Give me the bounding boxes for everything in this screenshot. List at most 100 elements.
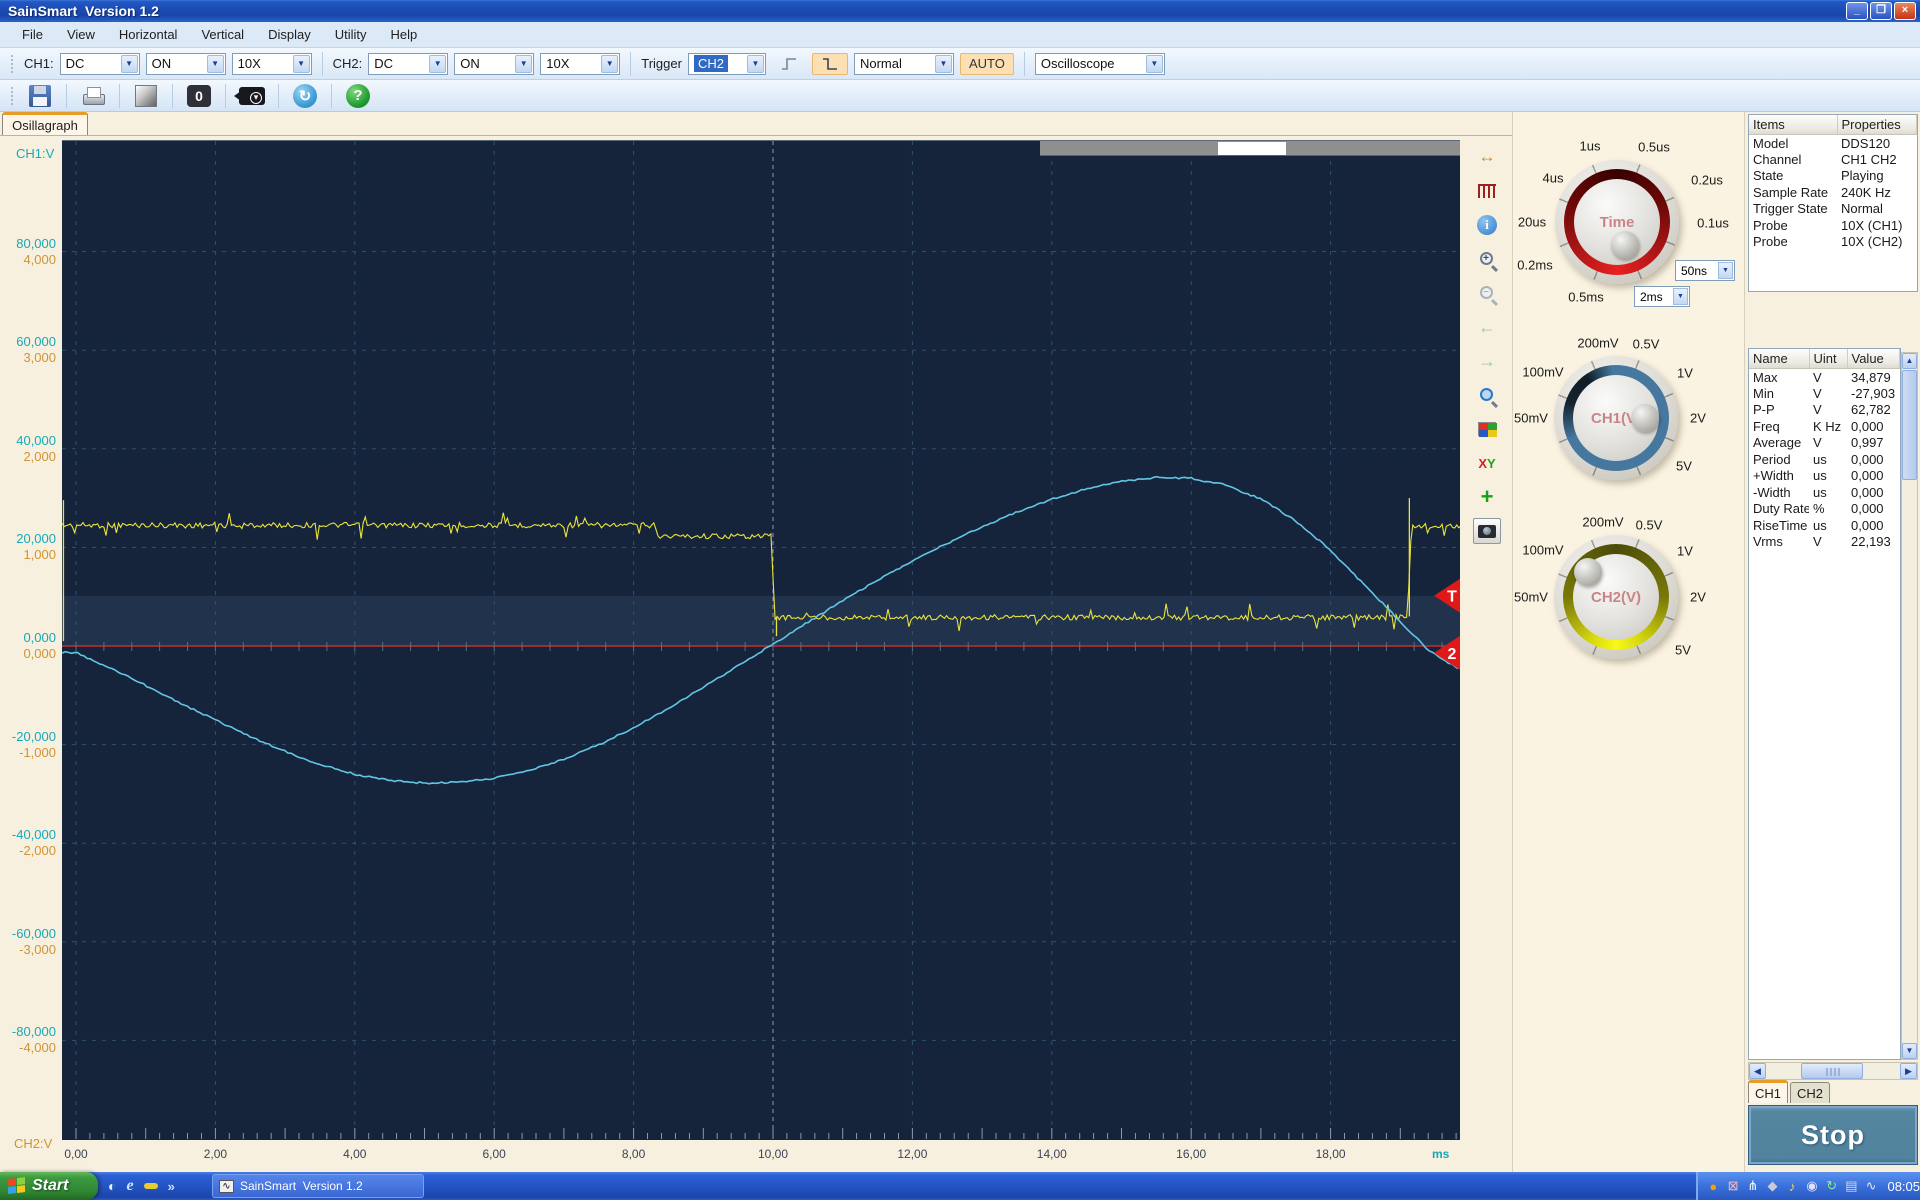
menu-help[interactable]: Help	[378, 23, 429, 46]
scroll-right-icon[interactable]: ▶	[1900, 1063, 1917, 1079]
update-icon[interactable]: ●	[1706, 1179, 1721, 1194]
signal-icon[interactable]: ⋔	[1745, 1178, 1760, 1194]
horizontal-expand-button[interactable]: ↔	[1473, 144, 1501, 170]
trigger-slope-rising-button[interactable]	[772, 53, 806, 75]
chevron-down-icon[interactable]: ▼	[601, 54, 619, 73]
zoom-out-button[interactable]: −	[1473, 280, 1501, 306]
chevron-down-icon[interactable]: ▼	[120, 54, 138, 73]
background-button[interactable]	[132, 83, 160, 109]
table-row[interactable]: Max V 34,879	[1749, 369, 1900, 386]
ch1-coupling-select[interactable]: DC ▼	[59, 52, 140, 75]
chevron-down-icon[interactable]: ▼	[746, 54, 764, 73]
stop-button[interactable]: Stop	[1748, 1105, 1918, 1165]
time-knob-indicator[interactable]	[1611, 231, 1639, 259]
plot-canvas[interactable]: T2	[62, 141, 1460, 1141]
col-header-value[interactable]: Value	[1847, 349, 1900, 369]
table-row[interactable]: Channel CH1 CH2	[1749, 151, 1917, 168]
restore-button[interactable]: ❐	[1870, 2, 1892, 20]
col-header-properties[interactable]: Properties	[1837, 115, 1917, 135]
table-row[interactable]: Probe 10X (CH2)	[1749, 234, 1917, 251]
chevron-down-icon[interactable]: ▼	[1718, 262, 1733, 279]
chevron-more-icon[interactable]: »	[168, 1179, 175, 1194]
panel-hscrollbar[interactable]: ◀ ▶	[1748, 1062, 1918, 1080]
clock[interactable]: 08:05	[1887, 1179, 1920, 1194]
network-offline-icon[interactable]: ⊠	[1726, 1178, 1741, 1194]
ch2-knob-indicator[interactable]	[1574, 558, 1602, 586]
diamond-icon[interactable]: ◆	[1765, 1178, 1780, 1194]
record-button[interactable]	[234, 83, 266, 109]
table-row[interactable]: Vrms V 22,193	[1749, 534, 1900, 551]
waveform-plot[interactable]: T2	[62, 140, 1460, 1141]
key-icon[interactable]	[143, 1183, 158, 1189]
ch2-state-select[interactable]: ON ▼	[454, 52, 535, 75]
plot-scrollbar[interactable]	[1040, 141, 1460, 156]
table-row[interactable]: -Width us 0,000	[1749, 484, 1900, 501]
comb-display-button[interactable]	[1473, 178, 1501, 204]
table-row[interactable]: Probe 10X (CH1)	[1749, 217, 1917, 234]
measurements-scrollbar[interactable]: ▲ ▼	[1901, 352, 1918, 1060]
col-header-name[interactable]: Name	[1749, 349, 1810, 369]
scrollbar-thumb[interactable]	[1801, 1063, 1863, 1079]
plot-scrollbar-thumb[interactable]	[1218, 142, 1286, 155]
table-row[interactable]: Freq K Hz 0,000	[1749, 418, 1900, 435]
tab-ch1[interactable]: CH1	[1748, 1080, 1788, 1103]
menu-view[interactable]: View	[55, 23, 107, 46]
auto-button[interactable]: AUTO	[959, 52, 1014, 75]
menu-vertical[interactable]: Vertical	[189, 23, 256, 46]
table-row[interactable]: Sample Rate 240K Hz	[1749, 184, 1917, 201]
start-button[interactable]: Start	[0, 1172, 98, 1200]
info-button[interactable]: i	[1473, 212, 1501, 238]
menu-display[interactable]: Display	[256, 23, 323, 46]
internet-explorer-icon[interactable]: e	[126, 1177, 133, 1195]
col-header-uint[interactable]: Uint	[1809, 349, 1848, 369]
sync-icon[interactable]: ↻	[1824, 1178, 1839, 1194]
tab-ch2[interactable]: CH2	[1790, 1082, 1830, 1103]
table-row[interactable]: Period us 0,000	[1749, 451, 1900, 468]
table-row[interactable]: +Width us 0,000	[1749, 468, 1900, 485]
xy-mode-button[interactable]: XY	[1473, 450, 1501, 476]
menu-utility[interactable]: Utility	[323, 23, 379, 46]
minimize-button[interactable]: _	[1846, 2, 1868, 20]
scrollbar-thumb[interactable]	[1902, 370, 1917, 480]
counter-button[interactable]: 0	[185, 83, 213, 109]
table-row[interactable]: P-P V 62,782	[1749, 402, 1900, 419]
print-button[interactable]	[79, 83, 107, 109]
close-button[interactable]: ×	[1894, 2, 1916, 20]
volume-icon[interactable]: ♪	[1785, 1179, 1800, 1194]
trigger-source-select[interactable]: CH2 ▼	[687, 52, 766, 75]
quick-launch-app-icon[interactable]: ◐	[108, 1178, 116, 1194]
taskbar-task-sainsmart[interactable]: ∿ SainSmart Version 1.2	[212, 1174, 424, 1198]
table-row[interactable]: State Playing	[1749, 168, 1917, 185]
mouse-icon[interactable]: ∿	[1864, 1178, 1879, 1194]
scroll-down-icon[interactable]: ▼	[1902, 1043, 1917, 1059]
table-row[interactable]: Duty Rate% 0,000	[1749, 501, 1900, 518]
zoom-in-button[interactable]: +	[1473, 246, 1501, 272]
ch2-probe-select[interactable]: 10X ▼	[540, 52, 621, 75]
table-row[interactable]: Min V -27,903	[1749, 385, 1900, 402]
menu-horizontal[interactable]: Horizontal	[107, 23, 190, 46]
refresh-button[interactable]: ↻	[291, 83, 319, 109]
palette-button[interactable]	[1473, 416, 1501, 442]
storage-icon[interactable]: ▤	[1844, 1178, 1859, 1194]
chevron-down-icon[interactable]: ▼	[1145, 54, 1163, 73]
trigger-mode-select[interactable]: Normal ▼	[853, 52, 954, 75]
cd-player-icon[interactable]: ◉	[1805, 1178, 1820, 1194]
scroll-up-icon[interactable]: ▲	[1902, 353, 1917, 369]
ch2-volts-knob[interactable]: CH2(V)	[1554, 535, 1678, 659]
ch2-coupling-select[interactable]: DC ▼	[368, 52, 449, 75]
chevron-down-icon[interactable]: ▼	[515, 54, 533, 73]
chevron-down-icon[interactable]: ▼	[934, 54, 952, 73]
search-button[interactable]	[1473, 382, 1501, 408]
trigger-slope-falling-button[interactable]	[811, 52, 848, 75]
chevron-down-icon[interactable]: ▼	[429, 54, 447, 73]
table-row[interactable]: RiseTime us 0,000	[1749, 517, 1900, 534]
time-knob[interactable]: Time	[1555, 160, 1679, 284]
table-row[interactable]: Model DDS120	[1749, 135, 1917, 152]
snapshot-button[interactable]	[1473, 518, 1501, 544]
undo-button[interactable]: ←	[1473, 314, 1501, 340]
timebase-select[interactable]: 2ms ▼	[1634, 286, 1690, 307]
add-button[interactable]: +	[1473, 484, 1501, 510]
chevron-down-icon[interactable]: ▼	[292, 54, 310, 73]
ch1-volts-knob[interactable]: CH1(V)	[1554, 356, 1678, 480]
chevron-down-icon[interactable]: ▼	[206, 54, 224, 73]
